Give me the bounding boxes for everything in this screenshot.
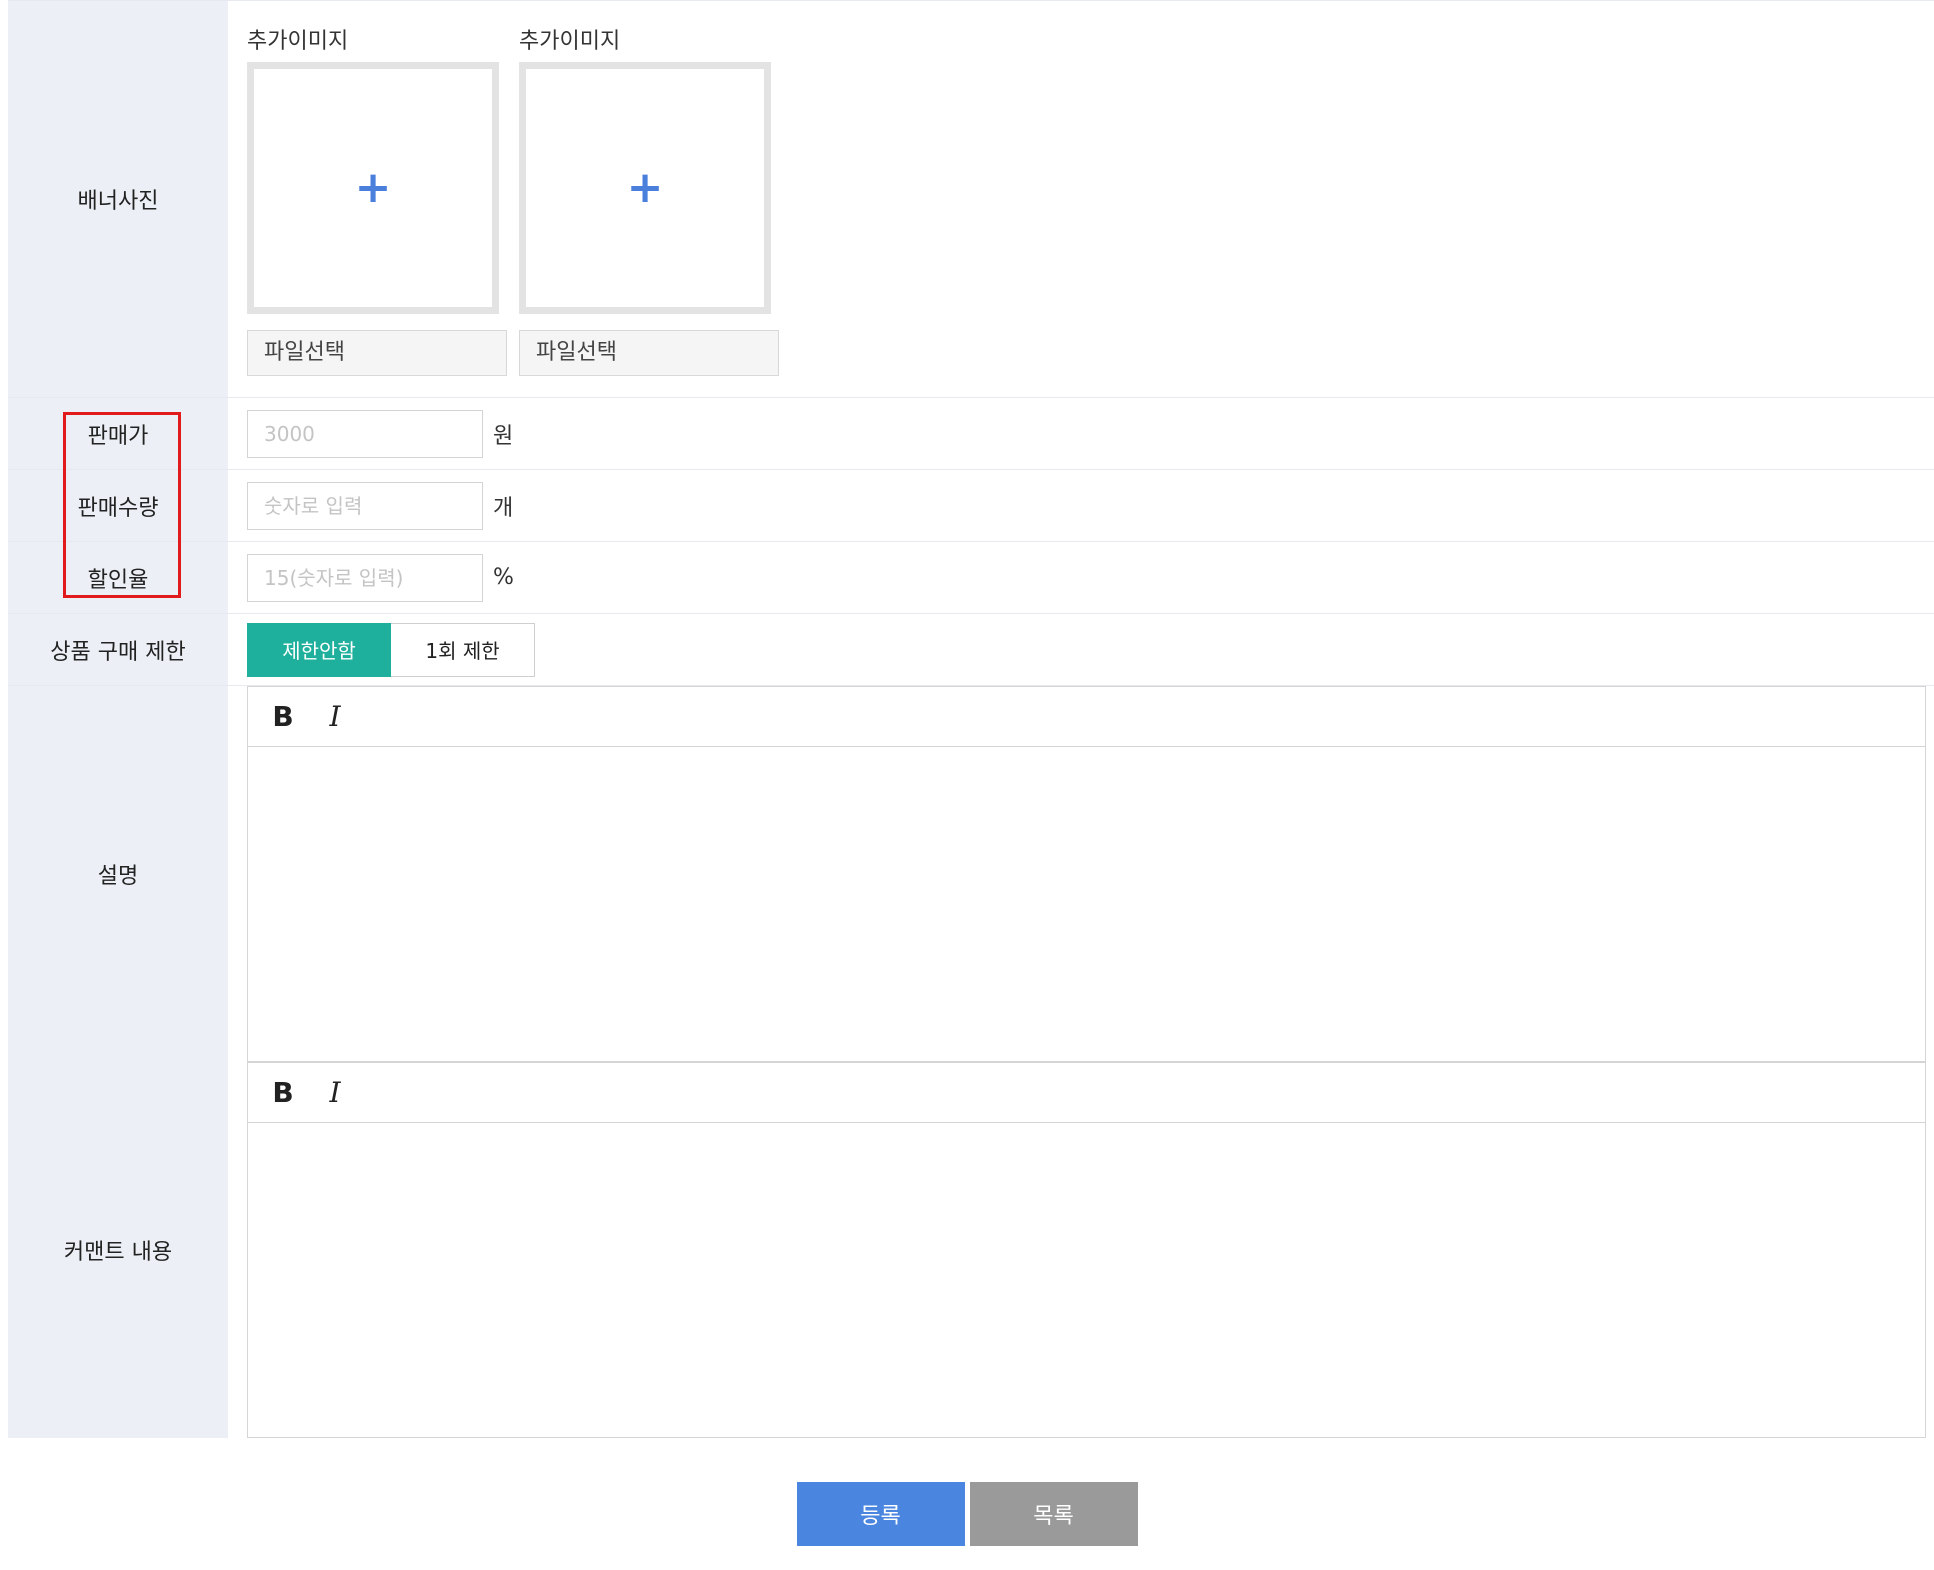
- comment-text-area[interactable]: [248, 1123, 1925, 1437]
- purchase-limit-toggle: 제한안함 1회 제한: [247, 622, 535, 677]
- register-button[interactable]: 등록: [796, 1482, 965, 1546]
- comment-content: B I: [228, 1062, 1934, 1438]
- editor-toolbar: B I: [248, 1063, 1925, 1123]
- image-slot-title: 추가이미지: [247, 29, 349, 54]
- list-button[interactable]: 목록: [969, 1482, 1138, 1546]
- discount-unit: %: [493, 565, 514, 590]
- bold-button[interactable]: B: [266, 700, 300, 734]
- comment-row: 커맨트 내용 B I: [8, 1062, 1934, 1438]
- price-content: 원: [228, 398, 1934, 469]
- description-label: 설명: [8, 686, 228, 1062]
- bold-icon: B: [272, 1076, 294, 1109]
- image-slot-title: 추가이미지: [519, 29, 621, 54]
- image-upload-box[interactable]: +: [247, 62, 499, 314]
- file-select-button[interactable]: 파일선택: [519, 330, 779, 376]
- image-slot-1: 추가이미지 + 파일선택: [247, 25, 507, 376]
- discount-label: 할인율: [8, 542, 228, 613]
- description-row: 설명 B I: [8, 686, 1934, 1062]
- italic-button[interactable]: I: [318, 1076, 352, 1110]
- discount-content: %: [228, 542, 1934, 613]
- italic-icon: I: [329, 700, 341, 733]
- banner-content: 추가이미지 + 파일선택 추가이미지 + 파일선택: [228, 1, 1934, 397]
- price-input[interactable]: [247, 409, 483, 458]
- price-label: 판매가: [8, 398, 228, 469]
- banner-label: 배너사진: [8, 1, 228, 397]
- action-bar: 등록 목록: [0, 1482, 1934, 1546]
- purchase-limit-label: 상품 구매 제한: [8, 614, 228, 685]
- comment-label: 커맨트 내용: [8, 1062, 228, 1438]
- quantity-input[interactable]: [247, 481, 483, 530]
- description-content: B I: [228, 686, 1934, 1062]
- quantity-row: 판매수량 개: [8, 470, 1934, 542]
- price-row: 판매가 원: [8, 398, 1934, 470]
- editor-toolbar: B I: [248, 687, 1925, 747]
- banner-row: 배너사진 추가이미지 + 파일선택 추가이미지 + 파일선택: [8, 0, 1934, 398]
- image-slot-2: 추가이미지 + 파일선택: [519, 25, 779, 376]
- description-text-area[interactable]: [248, 747, 1925, 1061]
- plus-icon: +: [626, 162, 664, 213]
- discount-input[interactable]: [247, 553, 483, 602]
- plus-icon: +: [354, 162, 392, 213]
- image-upload-box[interactable]: +: [519, 62, 771, 314]
- quantity-content: 개: [228, 470, 1934, 541]
- quantity-label: 판매수량: [8, 470, 228, 541]
- no-limit-option[interactable]: 제한안함: [247, 622, 391, 677]
- once-limit-option[interactable]: 1회 제한: [391, 622, 535, 677]
- bold-icon: B: [272, 700, 294, 733]
- italic-button[interactable]: I: [318, 700, 352, 734]
- discount-row: 할인율 %: [8, 542, 1934, 614]
- price-unit: 원: [493, 423, 514, 449]
- purchase-limit-content: 제한안함 1회 제한: [228, 614, 1934, 685]
- italic-icon: I: [329, 1076, 341, 1109]
- bold-button[interactable]: B: [266, 1076, 300, 1110]
- purchase-limit-row: 상품 구매 제한 제한안함 1회 제한: [8, 614, 1934, 686]
- quantity-unit: 개: [493, 495, 514, 521]
- comment-editor: B I: [247, 1062, 1926, 1438]
- file-select-button[interactable]: 파일선택: [247, 330, 507, 376]
- description-editor: B I: [247, 686, 1926, 1062]
- product-form: 배너사진 추가이미지 + 파일선택 추가이미지 + 파일선택 판매가 원: [8, 0, 1934, 1438]
